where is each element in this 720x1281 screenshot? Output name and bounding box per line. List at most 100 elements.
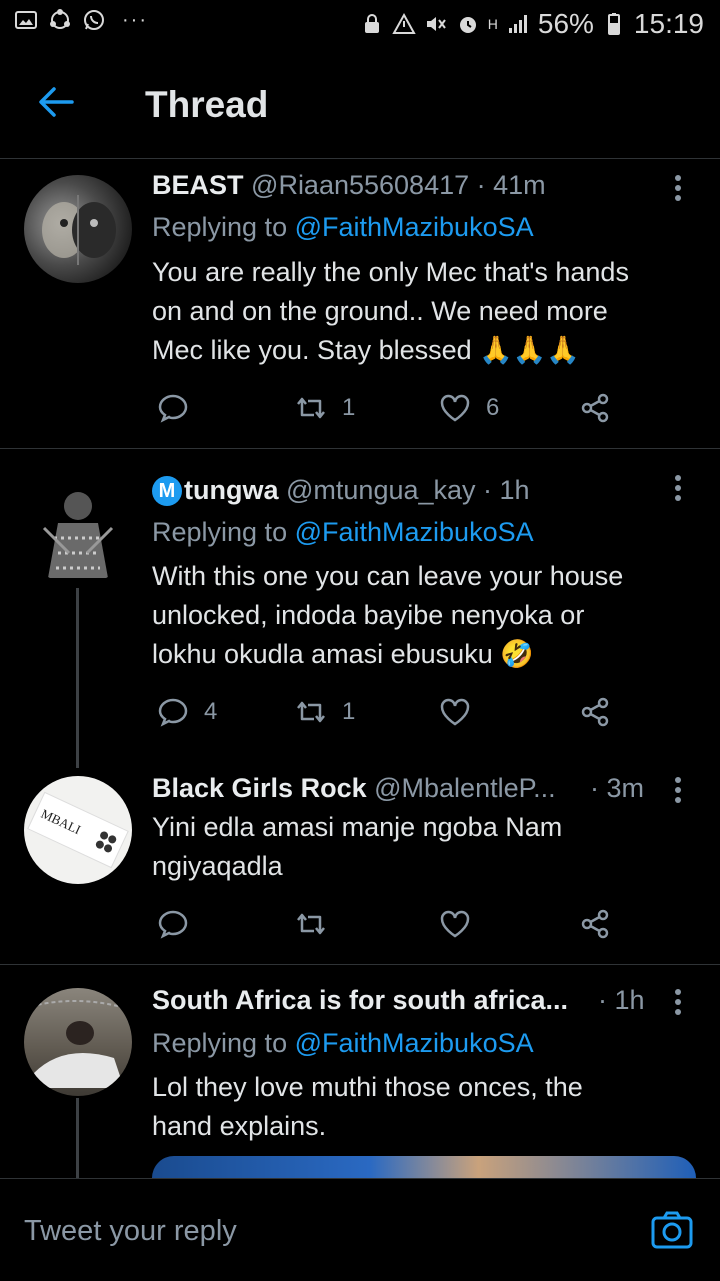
more-options-icon[interactable] xyxy=(666,987,690,1017)
retweet-icon xyxy=(297,913,325,935)
like-button[interactable] xyxy=(438,904,486,944)
avatar[interactable]: MBALI xyxy=(24,776,132,884)
tweet-text-line: Lol they love muthi those onces, the xyxy=(152,1072,583,1102)
author-handle[interactable]: @Riaan55608417 xyxy=(251,170,469,200)
reply-count: 4 xyxy=(204,698,218,725)
tweet-divider xyxy=(0,964,720,965)
tweet-actions: 4 1 xyxy=(152,692,632,732)
battery-percent: 56% xyxy=(537,8,594,39)
replying-to-link[interactable]: @FaithMazibukoSA xyxy=(295,1028,534,1058)
share-button[interactable] xyxy=(578,388,612,428)
tweet-actions: 1 6 xyxy=(152,388,632,428)
replying-to-link[interactable]: @FaithMazibukoSA xyxy=(295,212,534,242)
replying-to-label: Replying to xyxy=(152,517,295,547)
author-handle[interactable]: @mtungua_kay xyxy=(286,475,476,505)
status-bar-notifications: ··· xyxy=(14,8,148,32)
heart-icon xyxy=(440,394,470,422)
tweet-text-line: With this one you can leave your house xyxy=(152,561,624,591)
tweet-text: Yini edla amasi manje ngoba Nam ngiyaqad… xyxy=(152,808,692,886)
author-handle[interactable]: @MbalentleP... xyxy=(374,773,556,803)
tweet-header: Mtungwa @mtungua_kay · 1h xyxy=(152,475,530,506)
replying-to: Replying to @FaithMazibukoSA xyxy=(152,1028,534,1059)
retweet-button[interactable]: 1 xyxy=(294,692,355,732)
retweet-count: 1 xyxy=(342,394,356,421)
share-icon xyxy=(581,393,609,423)
replying-to-link[interactable]: @FaithMazibukoSA xyxy=(295,517,534,547)
avatar[interactable] xyxy=(24,175,132,283)
avatar[interactable] xyxy=(24,988,132,1096)
lock-icon xyxy=(364,14,379,33)
replying-to-label: Replying to xyxy=(152,212,295,242)
more-options-icon[interactable] xyxy=(666,775,690,805)
mbali-card-avatar-image: MBALI xyxy=(27,791,129,869)
alarm-icon xyxy=(459,17,476,33)
tweet-header: South Africa is for south africa... · 1h xyxy=(152,985,672,1016)
author-name[interactable]: tungwa xyxy=(184,475,279,505)
like-button[interactable]: 6 xyxy=(438,388,499,428)
share-button[interactable] xyxy=(578,692,612,732)
tweet-text-line: lokhu okudla amasi ebusuku 🤣 xyxy=(152,639,534,669)
status-bar-system: H 56% 15:19 xyxy=(360,8,704,40)
thread-connector-line xyxy=(76,1098,79,1178)
share-icon xyxy=(581,697,609,727)
retweet-button[interactable] xyxy=(294,904,342,944)
heart-icon xyxy=(440,910,470,938)
lion-gorilla-avatar-image xyxy=(42,195,116,265)
retweet-icon xyxy=(297,397,325,419)
tweet-text-line: Mec like you. Stay blessed 🙏🙏🙏 xyxy=(152,335,581,365)
reply-icon xyxy=(158,698,188,727)
warrior-avatar-image xyxy=(42,492,114,578)
reply-button[interactable] xyxy=(156,904,204,944)
retweet-button[interactable]: 1 xyxy=(294,388,355,428)
tweet-text-line: unlocked, indoda bayibe nenyoka or xyxy=(152,600,585,630)
retweet-icon xyxy=(297,701,325,723)
tweet-text-line: You are really the only Mec that's hands xyxy=(152,257,629,287)
more-options-icon[interactable] xyxy=(666,173,690,203)
signal-icon xyxy=(508,15,527,33)
replying-to: Replying to @FaithMazibukoSA xyxy=(152,212,534,243)
tweet-text-line: on and on the ground.. We need more xyxy=(152,296,608,326)
network-type: H xyxy=(487,16,498,32)
clock: 15:19 xyxy=(633,8,704,39)
tweet-text-line: hand explains. xyxy=(152,1111,327,1141)
name-badge: M xyxy=(152,476,182,506)
author-name[interactable]: BEAST xyxy=(152,170,244,200)
reply-icon xyxy=(158,910,188,939)
gallery-icon xyxy=(15,11,37,29)
tweet-time: · 1h xyxy=(483,475,530,505)
person-crawling-avatar-image xyxy=(24,999,132,1088)
author-name[interactable]: South Africa is for south africa... xyxy=(152,985,568,1015)
reply-input[interactable]: Tweet your reply xyxy=(24,1215,237,1248)
status-bar: ··· H 56% 15:19 xyxy=(0,0,720,50)
camera-icon[interactable] xyxy=(650,1210,694,1250)
replying-to: Replying to @FaithMazibukoSA xyxy=(152,517,534,548)
tweet-text: You are really the only Mec that's hands… xyxy=(152,253,692,370)
like-button[interactable] xyxy=(438,692,486,732)
retweet-count: 1 xyxy=(342,698,356,725)
replying-to-label: Replying to xyxy=(152,1028,295,1058)
share-icon xyxy=(581,909,609,939)
tweet-actions xyxy=(152,904,632,944)
page-title: Thread xyxy=(145,84,269,125)
reply-button[interactable]: 4 xyxy=(156,692,217,732)
share-button[interactable] xyxy=(578,904,612,944)
tweet-text: With this one you can leave your house u… xyxy=(152,557,692,674)
thread-connector-line xyxy=(76,588,79,768)
tweet-header: Black Girls Rock @MbalentleP... · 3m xyxy=(152,773,672,804)
warning-icon xyxy=(392,12,416,34)
more-options-icon[interactable] xyxy=(666,473,690,503)
thread-header: Thread xyxy=(0,50,720,159)
tweet-text-line: Yini edla amasi manje ngoba Nam xyxy=(152,812,563,842)
like-count: 6 xyxy=(486,394,500,421)
avatar[interactable] xyxy=(24,478,132,586)
reply-icon xyxy=(158,394,188,423)
tweet-text-line: ngiyaqadla xyxy=(152,851,283,881)
reply-button[interactable] xyxy=(156,388,204,428)
back-arrow-icon[interactable] xyxy=(36,82,76,122)
sync-icon xyxy=(50,9,70,29)
author-name[interactable]: Black Girls Rock xyxy=(152,773,367,803)
heart-icon xyxy=(440,698,470,726)
more-notifications-dots: ··· xyxy=(122,8,148,31)
reply-composer-bar: Tweet your reply xyxy=(0,1178,720,1281)
tweet-header: BEAST @Riaan55608417 · 41m xyxy=(152,170,546,201)
